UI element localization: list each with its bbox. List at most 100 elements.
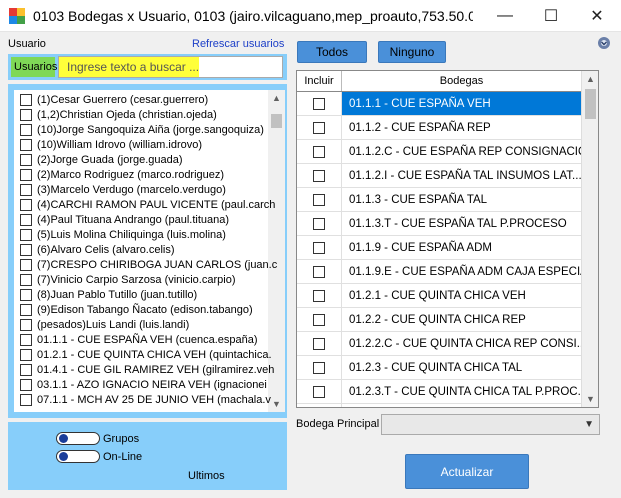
user-checkbox[interactable]: [20, 94, 32, 106]
user-list-item[interactable]: (2)Jorge Guada (jorge.guada): [20, 152, 183, 168]
incluir-checkbox[interactable]: [313, 337, 325, 350]
bodega-row[interactable]: 01.2.3.T - CUE QUINTA CHICA TAL P.PROC..…: [297, 380, 582, 404]
incluir-checkbox[interactable]: [313, 193, 325, 206]
user-list-item[interactable]: (10)Jorge Sangoquiza Aiña (jorge.sangoqu…: [20, 122, 264, 138]
incluir-checkbox[interactable]: [313, 217, 325, 230]
incluir-checkbox[interactable]: [313, 361, 325, 374]
user-checkbox[interactable]: [20, 139, 32, 151]
user-list-item[interactable]: (1)Cesar Guerrero (cesar.guerrero): [20, 92, 208, 108]
bodega-cell[interactable]: 01.1.9.E - CUE ESPAÑA ADM CAJA ESPECIAL: [342, 260, 582, 283]
user-list-item[interactable]: 01.1.1 - CUE ESPAÑA VEH (cuenca.españa): [20, 332, 258, 348]
user-checkbox[interactable]: [20, 154, 32, 166]
user-checkbox[interactable]: [20, 304, 32, 316]
incluir-checkbox[interactable]: [313, 145, 325, 158]
column-header-incluir[interactable]: Incluir: [297, 71, 342, 91]
user-checkbox[interactable]: [20, 334, 32, 346]
user-list-item[interactable]: 01.4.1 - CUE GIL RAMIREZ VEH (gilramirez…: [20, 362, 274, 378]
incluir-cell[interactable]: [297, 140, 342, 163]
user-checkbox[interactable]: [20, 184, 32, 196]
scroll-up-icon[interactable]: ▲: [582, 71, 598, 87]
incluir-checkbox[interactable]: [313, 313, 325, 326]
bodega-cell[interactable]: 01.1.3 - CUE ESPAÑA TAL: [342, 188, 582, 211]
incluir-cell[interactable]: [297, 332, 342, 355]
bodega-row[interactable]: 01.1.3.T - CUE ESPAÑA TAL P.PROCESO: [297, 212, 582, 236]
incluir-cell[interactable]: [297, 92, 342, 115]
incluir-cell[interactable]: [297, 284, 342, 307]
bodega-row[interactable]: 01.1.2 - CUE ESPAÑA REP: [297, 116, 582, 140]
gear-icon[interactable]: [597, 36, 611, 50]
bodega-row[interactable]: 01.1.2.I - CUE ESPAÑA TAL INSUMOS LAT...: [297, 164, 582, 188]
user-checkbox[interactable]: [20, 199, 32, 211]
user-list-item[interactable]: 01.2.1 - CUE QUINTA CHICA VEH (quintachi…: [20, 347, 272, 363]
incluir-cell[interactable]: [297, 188, 342, 211]
user-list-item[interactable]: (10)William Idrovo (william.idrovo): [20, 137, 202, 153]
user-checkbox[interactable]: [20, 259, 32, 271]
select-all-button[interactable]: Todos: [297, 41, 367, 63]
grupos-toggle-row[interactable]: Grupos: [56, 432, 139, 445]
user-list-item[interactable]: (pesados)Luis Landi (luis.landi): [20, 317, 189, 333]
incluir-checkbox[interactable]: [313, 265, 325, 278]
scroll-up-icon[interactable]: ▲: [268, 90, 285, 106]
incluir-cell[interactable]: [297, 212, 342, 235]
bodega-cell[interactable]: 01.2.3.T - CUE QUINTA CHICA TAL P.PROC..…: [342, 380, 582, 403]
ultimos-label[interactable]: Ultimos: [188, 470, 225, 482]
bodega-cell[interactable]: 01.2.3 - CUE QUINTA CHICA TAL: [342, 356, 582, 379]
incluir-cell[interactable]: [297, 116, 342, 139]
user-checkbox[interactable]: [20, 379, 32, 391]
bodega-principal-select[interactable]: ▼: [381, 414, 600, 435]
incluir-cell[interactable]: [297, 236, 342, 259]
actualizar-button[interactable]: Actualizar: [405, 454, 529, 489]
user-list-item[interactable]: (3)Marcelo Verdugo (marcelo.verdugo): [20, 182, 226, 198]
user-list-item[interactable]: 07.1.1 - MCH AV 25 DE JUNIO VEH (machala…: [20, 392, 271, 408]
incluir-cell[interactable]: [297, 356, 342, 379]
bodega-cell[interactable]: 01.1.9 - CUE ESPAÑA ADM: [342, 236, 582, 259]
user-checkbox[interactable]: [20, 319, 32, 331]
refresh-users-link[interactable]: Refrescar usuarios: [192, 38, 284, 50]
incluir-checkbox[interactable]: [313, 385, 325, 398]
close-button[interactable]: ✕: [574, 0, 620, 32]
bodega-row[interactable]: 01.1.9 - CUE ESPAÑA ADM: [297, 236, 582, 260]
user-list-item[interactable]: (8)Juan Pablo Tutillo (juan.tutillo): [20, 287, 197, 303]
incluir-cell[interactable]: [297, 260, 342, 283]
user-checkbox[interactable]: [20, 244, 32, 256]
grid-scrollbar[interactable]: ▲ ▼: [581, 71, 598, 407]
bodega-row[interactable]: 01.2.4 - CUE QUINTA CHICA USADOS: [297, 404, 582, 407]
scrollbar-thumb[interactable]: [585, 89, 596, 119]
user-checkbox[interactable]: [20, 289, 32, 301]
incluir-cell[interactable]: [297, 164, 342, 187]
user-checkbox[interactable]: [20, 274, 32, 286]
bodega-row[interactable]: 01.1.3 - CUE ESPAÑA TAL: [297, 188, 582, 212]
user-checkbox[interactable]: [20, 214, 32, 226]
user-list-item[interactable]: (4)CARCHI RAMON PAUL VICENTE (paul.carch: [20, 197, 275, 213]
column-header-bodegas[interactable]: Bodegas: [342, 71, 582, 91]
bodega-cell[interactable]: 01.2.4 - CUE QUINTA CHICA USADOS: [342, 404, 582, 407]
bodega-cell[interactable]: 01.1.2 - CUE ESPAÑA REP: [342, 116, 582, 139]
bodega-cell[interactable]: 01.1.3.T - CUE ESPAÑA TAL P.PROCESO: [342, 212, 582, 235]
incluir-cell[interactable]: [297, 404, 342, 407]
bodega-row[interactable]: 01.1.9.E - CUE ESPAÑA ADM CAJA ESPECIAL: [297, 260, 582, 284]
maximize-button[interactable]: ☐: [528, 0, 574, 32]
incluir-checkbox[interactable]: [313, 121, 325, 134]
user-checkbox[interactable]: [20, 124, 32, 136]
bodega-row[interactable]: 01.2.1 - CUE QUINTA CHICA VEH: [297, 284, 582, 308]
grupos-toggle[interactable]: [56, 432, 100, 445]
user-search-input[interactable]: [58, 56, 283, 78]
bodega-row[interactable]: 01.1.1 - CUE ESPAÑA VEH: [297, 92, 582, 116]
user-list-item[interactable]: 03.1.1 - AZO IGNACIO NEIRA VEH (ignacion…: [20, 377, 267, 393]
bodega-cell[interactable]: 01.1.1 - CUE ESPAÑA VEH: [342, 92, 582, 115]
user-list-item[interactable]: (1,2)Christian Ojeda (christian.ojeda): [20, 107, 217, 123]
user-list-item[interactable]: (7)CRESPO CHIRIBOGA JUAN CARLOS (juan.c: [20, 257, 277, 273]
select-none-button[interactable]: Ninguno: [378, 41, 446, 63]
bodega-cell[interactable]: 01.1.2.C - CUE ESPAÑA REP CONSIGNACION: [342, 140, 582, 163]
user-list-item[interactable]: (6)Alvaro Celis (alvaro.celis): [20, 242, 175, 258]
scrollbar-thumb[interactable]: [271, 114, 282, 128]
incluir-cell[interactable]: [297, 308, 342, 331]
bodega-row[interactable]: 01.2.2.C - CUE QUINTA CHICA REP CONSI...: [297, 332, 582, 356]
online-toggle-row[interactable]: On-Line: [56, 450, 142, 463]
bodega-row[interactable]: 01.1.2.C - CUE ESPAÑA REP CONSIGNACION: [297, 140, 582, 164]
bodega-row[interactable]: 01.2.3 - CUE QUINTA CHICA TAL: [297, 356, 582, 380]
incluir-cell[interactable]: [297, 380, 342, 403]
bodega-cell[interactable]: 01.1.2.I - CUE ESPAÑA TAL INSUMOS LAT...: [342, 164, 582, 187]
user-checkbox[interactable]: [20, 364, 32, 376]
bodega-cell[interactable]: 01.2.1 - CUE QUINTA CHICA VEH: [342, 284, 582, 307]
